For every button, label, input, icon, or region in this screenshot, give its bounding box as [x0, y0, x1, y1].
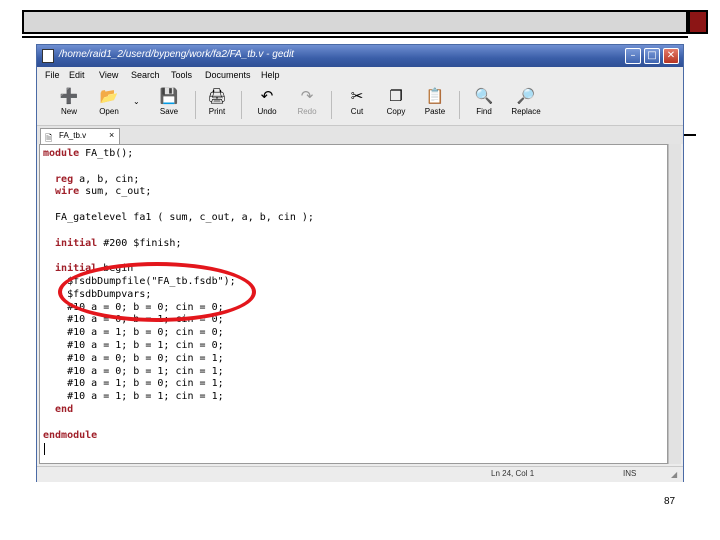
printer-icon: 🖨	[207, 88, 227, 105]
code-line: initial #200 $finish;	[43, 238, 181, 250]
copy-icon: ❐	[389, 88, 403, 105]
tab-fa-tb-v[interactable]: 🗎 FA_tb.v ×	[40, 128, 120, 144]
code-keyword: endmodule	[43, 429, 98, 441]
cursor-position: Ln 24, Col 1	[491, 469, 535, 478]
code-text: #10 a = 1; b = 1; cin = 1;	[43, 391, 224, 403]
find-button[interactable]: 🔍 Find	[466, 87, 502, 123]
save-button[interactable]: 💾 Save	[151, 87, 187, 123]
code-line: module FA_tb();	[43, 148, 133, 160]
undo-button[interactable]: ↶ Undo	[249, 87, 285, 123]
code-keyword: reg	[43, 173, 74, 185]
toolbar-separator	[195, 91, 196, 119]
code-line: wire sum, c_out;	[43, 186, 151, 198]
copy-button-label: Copy	[386, 107, 406, 116]
menu-edit[interactable]: Edit	[69, 70, 85, 80]
code-line: #10 a = 1; b = 1; cin = 1;	[43, 391, 224, 403]
menu-view[interactable]: View	[99, 70, 118, 80]
print-button[interactable]: 🖨 Print	[199, 87, 235, 123]
slide-tick-mark	[684, 134, 696, 136]
magnifier-icon: 🔍	[474, 88, 494, 105]
new-document-icon: ➕	[59, 88, 79, 105]
menu-file[interactable]: File	[45, 70, 60, 80]
menu-help[interactable]: Help	[261, 70, 280, 80]
page-number: 87	[664, 496, 676, 507]
redo-button[interactable]: ↷ Redo	[289, 87, 325, 123]
code-text: #10 a = 1; b = 0; cin = 1;	[43, 378, 224, 390]
maximize-button[interactable]: □	[644, 48, 660, 64]
vertical-scrollbar[interactable]	[668, 144, 681, 464]
paste-button-label: Paste	[424, 107, 446, 116]
code-line: #10 a = 1; b = 1; cin = 0;	[43, 340, 224, 352]
code-text: #200 $finish;	[97, 237, 182, 249]
cut-button-label: Cut	[350, 107, 364, 116]
red-highlight-ellipse	[58, 262, 256, 322]
gedit-app-icon	[42, 49, 54, 63]
code-keyword: wire	[43, 186, 80, 198]
menu-documents[interactable]: Documents	[205, 70, 251, 80]
window-title: /home/raid1_2/userd/bypeng/work/fa2/FA_t…	[59, 49, 294, 60]
code-line: end	[43, 404, 73, 416]
open-button-label: Open	[99, 107, 119, 116]
redo-icon: ↷	[300, 88, 314, 105]
paste-button[interactable]: 📋 Paste	[417, 87, 453, 123]
code-line: #10 a = 0; b = 1; cin = 1;	[43, 366, 224, 378]
clipboard-icon: 📋	[425, 88, 445, 105]
tab-label: FA_tb.v	[59, 131, 87, 140]
code-line: #10 a = 1; b = 0; cin = 0;	[43, 327, 224, 339]
replace-button-label: Replace	[511, 107, 541, 116]
code-text: FA_gatelevel fa1 ( sum, c_out, a, b, cin…	[43, 212, 314, 223]
undo-button-label: Undo	[257, 107, 277, 116]
folder-open-icon: 📂	[99, 88, 119, 105]
tab-close-icon[interactable]: ×	[109, 130, 114, 140]
insert-mode: INS	[623, 469, 637, 478]
code-text: FA_tb();	[79, 148, 134, 159]
toolbar-separator	[331, 91, 332, 119]
new-button-label: New	[60, 107, 77, 116]
find-button-label: Find	[476, 107, 492, 116]
redo-button-label: Redo	[297, 107, 317, 116]
slide-rule	[22, 36, 688, 38]
toolbar-separator	[241, 91, 242, 119]
new-button[interactable]: ➕ New	[51, 87, 87, 123]
code-text: a, b, cin;	[73, 173, 140, 185]
code-text: sum, c_out;	[79, 186, 152, 198]
replace-button[interactable]: 🔎 Replace	[505, 87, 547, 123]
floppy-disk-icon: 💾	[159, 88, 179, 105]
code-text: #10 a = 0; b = 1; cin = 1;	[43, 365, 224, 377]
window-titlebar[interactable]: /home/raid1_2/userd/bypeng/work/fa2/FA_t…	[37, 45, 683, 67]
save-button-label: Save	[159, 107, 179, 116]
toolbar: ➕ New 📂 Open ⌄ 💾 Save 🖨 Print ↶ Undo ↷ R…	[37, 85, 683, 126]
document-tab-bar: 🗎 FA_tb.v ×	[37, 126, 683, 144]
code-line: #10 a = 0; b = 0; cin = 1;	[43, 353, 224, 365]
code-text: #10 a = 1; b = 0; cin = 0;	[43, 327, 224, 339]
code-text: #10 a = 1; b = 1; cin = 0;	[43, 340, 224, 351]
menu-tools[interactable]: Tools	[171, 70, 192, 80]
code-line: FA_gatelevel fa1 ( sum, c_out, a, b, cin…	[43, 212, 314, 224]
code-keyword: end	[43, 404, 74, 415]
close-window-button[interactable]: ✕	[663, 48, 679, 64]
copy-button[interactable]: ❐ Copy	[378, 87, 414, 123]
open-recent-chevron-icon[interactable]: ⌄	[133, 97, 140, 106]
print-button-label: Print	[208, 107, 226, 116]
code-line: endmodule	[43, 430, 97, 442]
replace-icon: 🔎	[516, 88, 536, 105]
code-line: reg a, b, cin;	[43, 174, 139, 186]
cut-button[interactable]: ✂ Cut	[339, 87, 375, 123]
open-button[interactable]: 📂 Open	[91, 87, 127, 123]
status-bar: Ln 24, Col 1 INS ◢	[37, 466, 683, 482]
menu-bar: File Edit View Search Tools Documents He…	[37, 67, 683, 85]
scissors-icon: ✂	[350, 88, 364, 105]
slide-title-bar	[22, 10, 688, 34]
code-keyword: initial	[43, 237, 98, 249]
toolbar-separator	[459, 91, 460, 119]
undo-icon: ↶	[260, 88, 274, 105]
resize-grip-icon[interactable]: ◢	[671, 470, 677, 479]
minimize-button[interactable]: –	[625, 48, 641, 64]
code-keyword: module	[43, 148, 80, 159]
menu-search[interactable]: Search	[131, 70, 160, 80]
text-caret	[44, 443, 45, 455]
code-line: #10 a = 1; b = 0; cin = 1;	[43, 378, 224, 390]
code-text: #10 a = 0; b = 0; cin = 1;	[43, 352, 224, 364]
slide-title-bar-accent	[688, 10, 708, 34]
